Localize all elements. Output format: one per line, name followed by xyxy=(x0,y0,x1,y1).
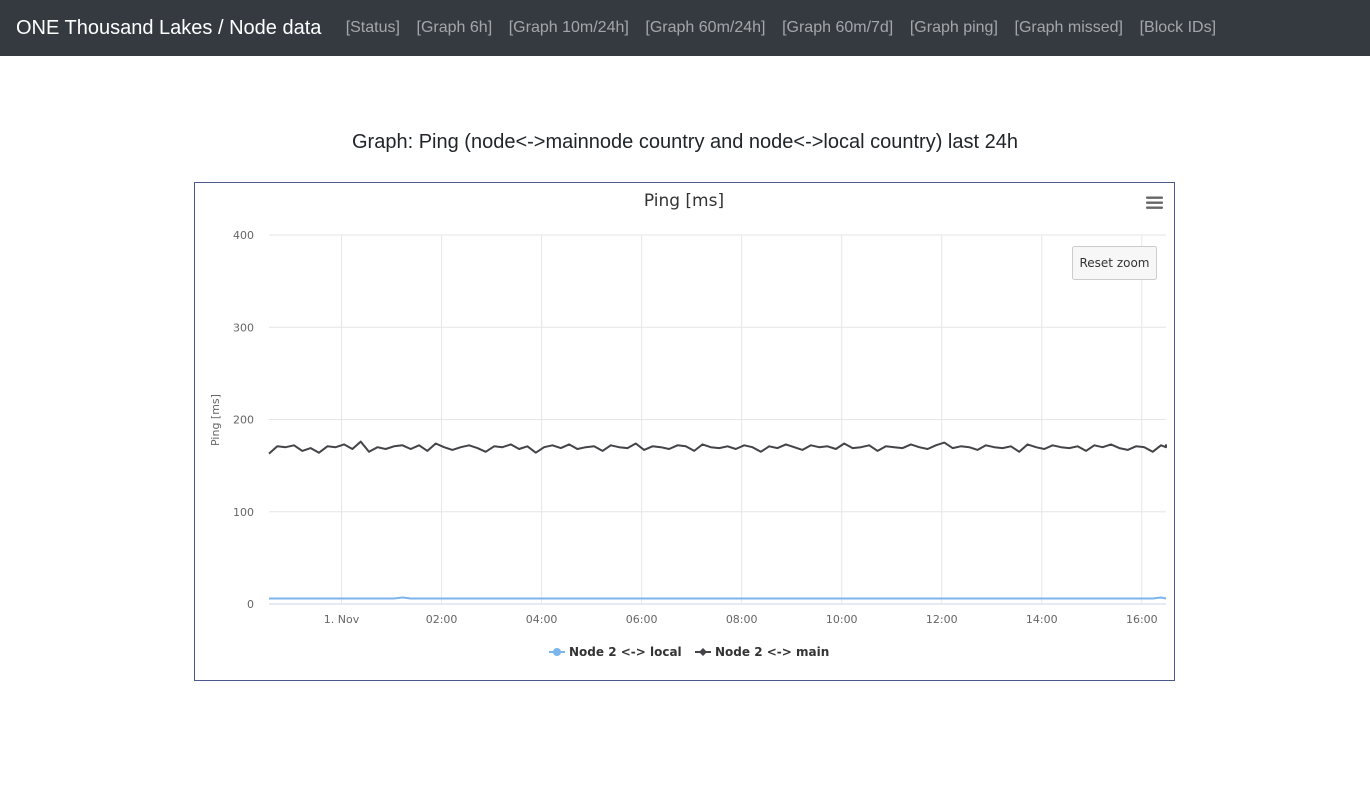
x-tick-label: 16:00 xyxy=(1126,613,1158,626)
chart-menu-button[interactable] xyxy=(1139,189,1169,219)
nav-link-block-ids[interactable]: [Block IDs] xyxy=(1131,19,1224,37)
brand-link[interactable]: ONE Thousand Lakes / Node data xyxy=(16,17,321,40)
nav-link-graph-missed[interactable]: [Graph missed] xyxy=(1006,19,1131,37)
x-tick-label: 06:00 xyxy=(626,613,658,626)
page-heading: Graph: Ping (node<->mainnode country and… xyxy=(352,131,1018,153)
nav-link-graph-6h[interactable]: [Graph 6h] xyxy=(408,19,500,37)
top-navbar: ONE Thousand Lakes / Node data [Status] … xyxy=(0,0,1370,56)
legend-item-1[interactable]: Node 2 <-> local xyxy=(549,645,682,659)
nav-link-graph-10m-24h[interactable]: [Graph 10m/24h] xyxy=(500,19,637,37)
grid-lines xyxy=(269,234,1166,605)
x-tick-label: 1. Nov xyxy=(324,613,360,626)
x-tick-label: 08:00 xyxy=(726,613,758,626)
x-tick-label: 14:00 xyxy=(1026,613,1058,626)
legend-circle-marker-icon xyxy=(553,648,561,656)
y-tick-label: 300 xyxy=(233,321,254,334)
x-tick-label: 02:00 xyxy=(426,613,458,626)
x-tick-label: 12:00 xyxy=(926,613,958,626)
legend-item-2[interactable]: Node 2 <-> main xyxy=(695,645,829,659)
nav-link-graph-ping[interactable]: [Graph ping] xyxy=(902,19,1007,37)
legend-diamond-marker-icon xyxy=(699,648,707,656)
nav-link-graph-60m-24h[interactable]: [Graph 60m/24h] xyxy=(637,19,774,37)
chart-title: Ping [ms] xyxy=(644,191,724,211)
nav-links: [Status] [Graph 6h] [Graph 10m/24h] [Gra… xyxy=(337,19,1224,37)
x-tick-label: 10:00 xyxy=(826,613,858,626)
y-tick-label: 100 xyxy=(233,506,254,519)
legend-label: Node 2 <-> local xyxy=(569,645,682,659)
hamburger-menu-icon xyxy=(1146,196,1163,209)
legend-label: Node 2 <-> main xyxy=(715,645,829,659)
ping-chart[interactable]: 0 100 200 300 400 1. Nov 02:00 04:00 06:00 08:00 1… xyxy=(195,183,1174,680)
series-line-1[interactable] xyxy=(269,596,1167,600)
nav-link-status[interactable]: [Status] xyxy=(337,19,408,37)
chart-legend: Node 2 <-> local Node 2 <-> main xyxy=(549,645,829,659)
y-tick-label: 200 xyxy=(233,414,254,427)
x-tick-label: 04:00 xyxy=(526,613,558,626)
reset-zoom-button[interactable]: Reset zoom xyxy=(1072,246,1157,280)
y-tick-label: 0 xyxy=(247,598,254,611)
series-lines xyxy=(268,440,1167,600)
y-axis-title: Ping [ms] xyxy=(209,394,222,446)
axis-labels: 0 100 200 300 400 1. Nov 02:00 04:00 06:00 08:00 1… xyxy=(233,229,1158,626)
nav-link-graph-60m-7d[interactable]: [Graph 60m/7d] xyxy=(774,19,902,37)
series-line-2[interactable] xyxy=(268,440,1167,455)
chart-container: 0 100 200 300 400 1. Nov 02:00 04:00 06:00 08:00 1… xyxy=(194,182,1175,681)
reset-zoom-label: Reset zoom xyxy=(1079,256,1149,270)
y-tick-label: 400 xyxy=(233,229,254,242)
